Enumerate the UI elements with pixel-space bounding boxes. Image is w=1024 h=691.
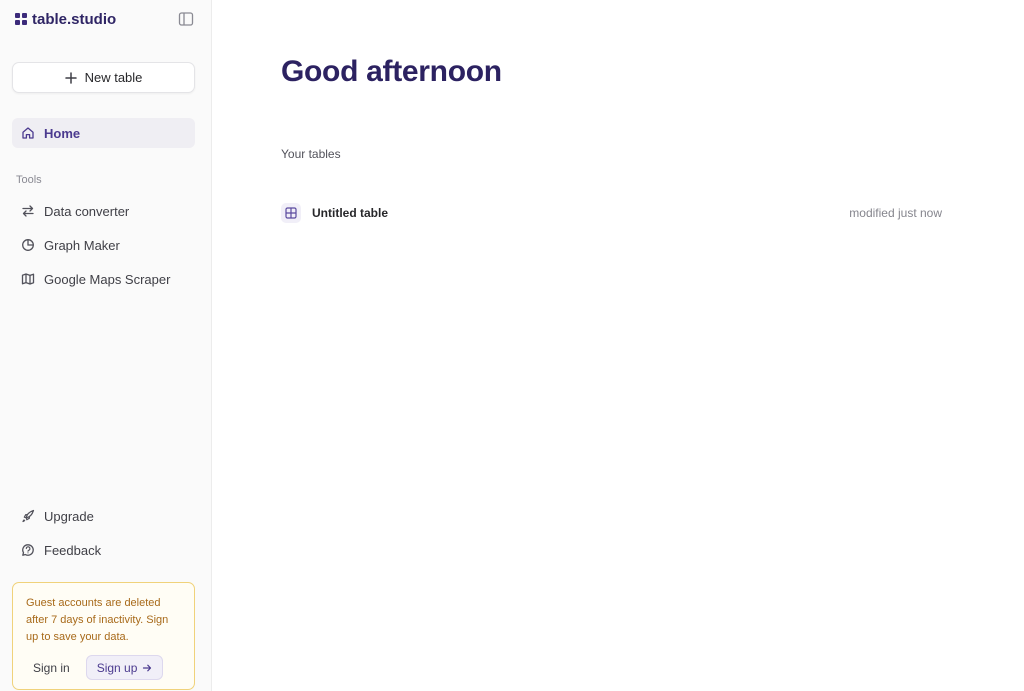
sidebar-item-upgrade[interactable]: Upgrade [12, 501, 195, 531]
grid-icon [15, 13, 27, 25]
sidebar-item-label: Feedback [44, 542, 102, 558]
tables-section-label: Your tables [281, 147, 341, 161]
new-table-label: New table [84, 70, 143, 85]
table-row[interactable]: Untitled table modified just now [281, 201, 942, 225]
new-table-button[interactable]: New table [12, 62, 195, 93]
arrow-right-icon [143, 664, 152, 671]
table-modified: modified just now [849, 206, 942, 220]
pie-chart-icon [21, 238, 35, 252]
tools-section-label: Tools [16, 174, 42, 186]
sidebar-item-label: Google Maps Scraper [44, 271, 171, 287]
sign-up-button[interactable]: Sign up [85, 655, 164, 680]
home-icon [21, 126, 35, 140]
page-title: Good afternoon [281, 55, 502, 88]
guest-notice: Guest accounts are deleted after 7 days … [12, 582, 195, 690]
sidebar-item-label: Home [44, 125, 81, 141]
guest-notice-actions: Sign in Sign up [25, 655, 164, 680]
table-name: Untitled table [312, 206, 389, 220]
sign-up-label: Sign up [96, 660, 138, 675]
brand[interactable]: table.studio [15, 9, 116, 29]
message-icon [21, 543, 35, 557]
sidebar-item-feedback[interactable]: Feedback [12, 535, 195, 565]
sidebar-item-label: Graph Maker [44, 237, 120, 253]
guest-notice-text: Guest accounts are deleted after 7 days … [26, 597, 169, 643]
table-grid-icon [281, 203, 301, 223]
brand-name: table.studio [32, 10, 117, 28]
sidebar-item-data-converter[interactable]: Data converter [12, 196, 195, 226]
plus-icon [64, 71, 77, 84]
main-content: Good afternoon Your tables Untitled tabl… [213, 0, 1024, 691]
sidebar-item-label: Upgrade [44, 508, 94, 524]
sidebar-panel-icon [178, 12, 194, 26]
map-icon [21, 272, 35, 286]
sidebar-toggle-button[interactable] [177, 10, 195, 28]
sidebar-item-maps-scraper[interactable]: Google Maps Scraper [12, 264, 195, 294]
sidebar-item-home[interactable]: Home [12, 118, 195, 148]
sidebar: table.studio New table Home Tools Data c… [0, 0, 212, 691]
arrows-exchange-icon [21, 204, 35, 218]
sidebar-item-graph-maker[interactable]: Graph Maker [12, 230, 195, 260]
sign-in-button[interactable]: Sign in [25, 661, 70, 675]
sidebar-item-label: Data converter [44, 203, 130, 219]
rocket-icon [21, 509, 35, 523]
